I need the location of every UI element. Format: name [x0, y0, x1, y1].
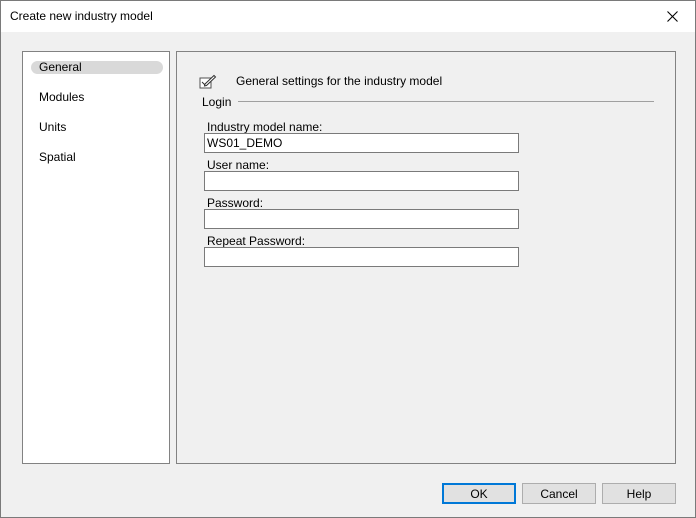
ok-button[interactable]: OK	[442, 483, 516, 504]
sidebar-item-units[interactable]: Units	[31, 121, 163, 134]
edit-document-icon	[199, 74, 217, 89]
password-input[interactable]	[204, 209, 519, 229]
settings-panel: General settings for the industry model …	[176, 51, 676, 464]
repeat-password-label: Repeat Password:	[207, 234, 306, 248]
login-group-label: Login	[202, 95, 232, 109]
close-button[interactable]	[649, 1, 695, 32]
sidebar-item-label: Modules	[39, 90, 85, 104]
industry-model-name-label: Industry model name:	[207, 120, 323, 134]
sidebar: General Modules Units Spatial	[22, 51, 170, 464]
password-label: Password:	[207, 196, 264, 210]
close-icon	[666, 11, 678, 22]
help-button[interactable]: Help	[602, 483, 676, 504]
create-industry-model-dialog: Create new industry model General Module…	[0, 0, 696, 518]
group-divider	[238, 101, 654, 102]
cancel-button[interactable]: Cancel	[522, 483, 596, 504]
sidebar-item-label: Spatial	[39, 150, 76, 164]
user-name-input[interactable]	[204, 171, 519, 191]
repeat-password-input[interactable]	[204, 247, 519, 267]
title-bar: Create new industry model	[1, 1, 695, 32]
sidebar-item-label: Units	[39, 120, 67, 134]
panel-header-text: General settings for the industry model	[236, 74, 443, 88]
sidebar-item-general[interactable]: General	[31, 61, 163, 74]
sidebar-item-label: General	[39, 60, 82, 74]
user-name-label: User name:	[207, 158, 270, 172]
sidebar-item-spatial[interactable]: Spatial	[31, 151, 163, 164]
industry-model-name-input[interactable]	[204, 133, 519, 153]
window-title: Create new industry model	[10, 9, 153, 23]
sidebar-item-modules[interactable]: Modules	[31, 91, 163, 104]
